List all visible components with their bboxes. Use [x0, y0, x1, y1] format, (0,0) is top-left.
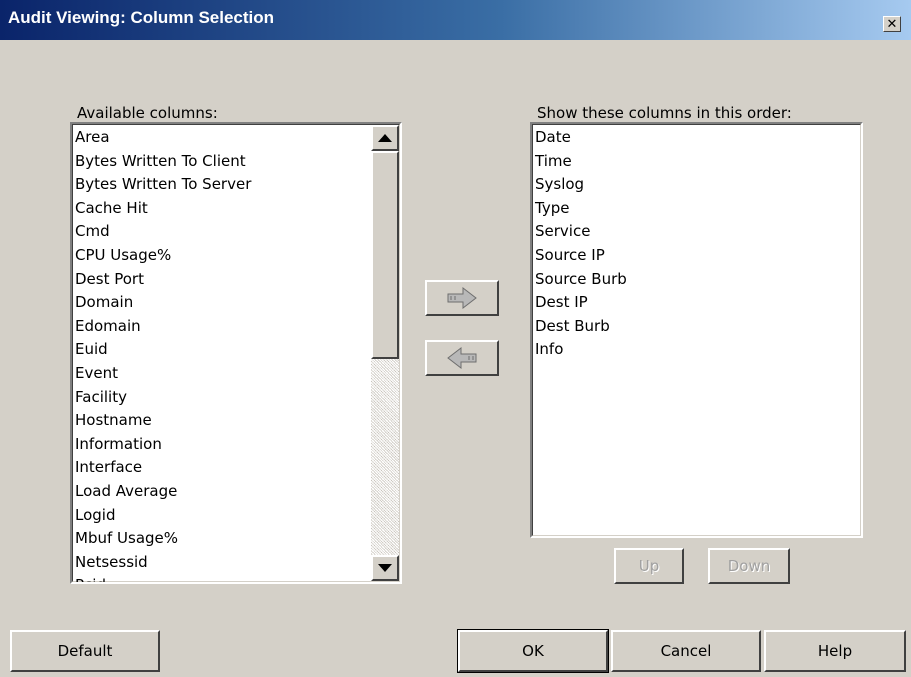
- help-button[interactable]: Help: [764, 630, 906, 672]
- list-item[interactable]: Dest Burb: [535, 315, 627, 339]
- list-item[interactable]: Event: [75, 362, 251, 386]
- selected-columns-items: Date Time Syslog Type Service Source IP Source…: [535, 126, 627, 362]
- list-item[interactable]: Netsessid: [75, 551, 251, 575]
- list-item[interactable]: CPU Usage%: [75, 244, 251, 268]
- title-bar: Audit Viewing: Column Selection ✕: [0, 0, 911, 40]
- default-button[interactable]: Default: [10, 630, 160, 672]
- list-item[interactable]: Mbuf Usage%: [75, 527, 251, 551]
- list-item[interactable]: Load Average: [75, 480, 251, 504]
- add-column-button[interactable]: [425, 280, 499, 316]
- list-item[interactable]: Dest Port: [75, 268, 251, 292]
- list-item[interactable]: Hostname: [75, 409, 251, 433]
- close-button[interactable]: ✕: [883, 16, 901, 32]
- list-item[interactable]: Domain: [75, 291, 251, 315]
- list-item[interactable]: Logid: [75, 504, 251, 528]
- list-item[interactable]: Pcid: [75, 574, 251, 582]
- remove-column-button[interactable]: [425, 340, 499, 376]
- list-item[interactable]: Source IP: [535, 244, 627, 268]
- list-item[interactable]: Source Burb: [535, 268, 627, 292]
- cancel-button[interactable]: Cancel: [611, 630, 761, 672]
- arrow-right-icon: [447, 287, 477, 309]
- list-item[interactable]: Cmd: [75, 220, 251, 244]
- move-up-button[interactable]: Up: [614, 548, 684, 584]
- window-title: Audit Viewing: Column Selection: [8, 8, 275, 27]
- available-columns-list[interactable]: Area Bytes Written To Client Bytes Written…: [70, 122, 402, 584]
- close-icon: ✕: [886, 16, 898, 32]
- move-down-button[interactable]: Down: [708, 548, 790, 584]
- arrow-left-icon: [447, 347, 477, 369]
- list-item[interactable]: Dest IP: [535, 291, 627, 315]
- list-item[interactable]: Cache Hit: [75, 197, 251, 221]
- list-item[interactable]: Edomain: [75, 315, 251, 339]
- scroll-down-button[interactable]: [371, 555, 399, 581]
- list-item[interactable]: Type: [535, 197, 627, 221]
- selected-columns-list[interactable]: Date Time Syslog Type Service Source IP Source…: [530, 122, 863, 538]
- available-columns-label: Available columns:: [77, 104, 218, 122]
- available-columns-items: Area Bytes Written To Client Bytes Written…: [75, 126, 251, 582]
- list-item[interactable]: Interface: [75, 456, 251, 480]
- list-item[interactable]: Time: [535, 150, 627, 174]
- list-item[interactable]: Area: [75, 126, 251, 150]
- available-scrollbar[interactable]: [371, 125, 399, 581]
- list-item[interactable]: Bytes Written To Client: [75, 150, 251, 174]
- scroll-up-button[interactable]: [371, 125, 399, 151]
- list-item[interactable]: Service: [535, 220, 627, 244]
- list-item[interactable]: Date: [535, 126, 627, 150]
- scroll-thumb[interactable]: [371, 151, 399, 359]
- list-item[interactable]: Info: [535, 338, 627, 362]
- list-item[interactable]: Facility: [75, 386, 251, 410]
- list-item[interactable]: Bytes Written To Server: [75, 173, 251, 197]
- arrow-up-icon: [378, 134, 392, 142]
- list-item[interactable]: Information: [75, 433, 251, 457]
- list-item[interactable]: Syslog: [535, 173, 627, 197]
- ok-button[interactable]: OK: [457, 629, 609, 673]
- arrow-down-icon: [378, 564, 392, 572]
- selected-columns-label: Show these columns in this order:: [537, 104, 792, 122]
- list-item[interactable]: Euid: [75, 338, 251, 362]
